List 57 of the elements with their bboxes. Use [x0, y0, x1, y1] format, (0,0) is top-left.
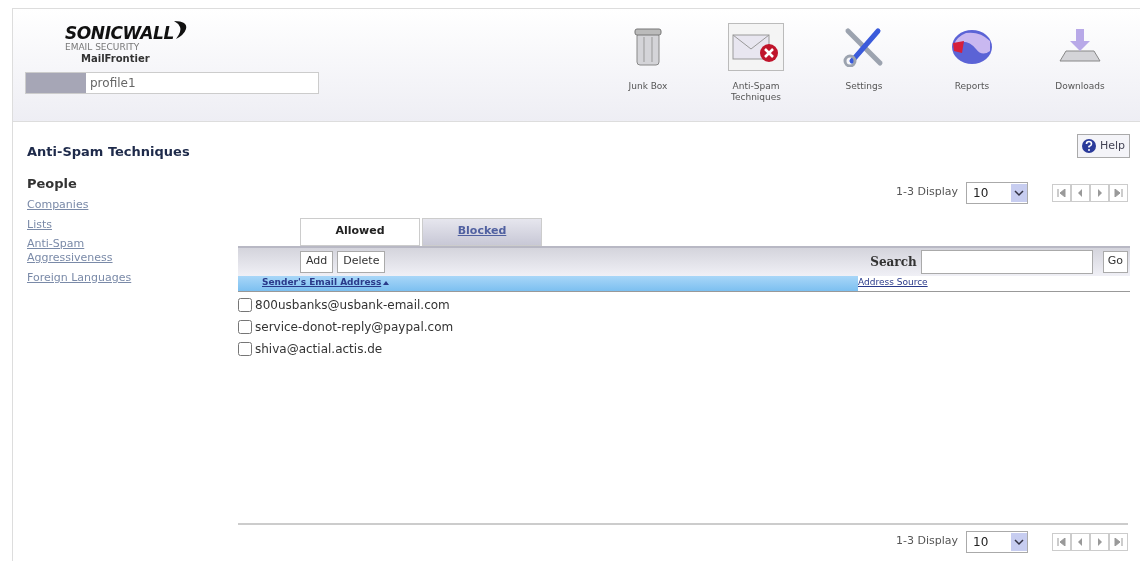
dropdown-caret-icon — [1011, 532, 1027, 551]
next-page-button[interactable] — [1090, 532, 1109, 551]
profile-field[interactable]: profile1 — [25, 71, 319, 94]
logo-subtitle: EMAIL SECURITY — [65, 42, 140, 54]
column-header[interactable]: Sender's Email Address — [262, 276, 382, 290]
globe-icon — [950, 27, 994, 67]
next-icon — [1095, 188, 1104, 197]
nav-item[interactable]: Reports — [918, 23, 1026, 93]
sidebar-link[interactable]: Lists — [27, 217, 147, 232]
last-page-button[interactable] — [1109, 183, 1128, 202]
prev-icon — [1076, 188, 1085, 197]
row-checkbox[interactable] — [238, 297, 252, 312]
last-icon — [1114, 537, 1123, 546]
next-page-button[interactable] — [1090, 183, 1109, 202]
toolbar-button[interactable]: Add — [300, 250, 334, 273]
last-page-button[interactable] — [1109, 532, 1128, 551]
result-range: 1-3 Display — [896, 184, 958, 201]
tab[interactable]: Blocked — [422, 217, 542, 246]
first-icon — [1057, 537, 1066, 546]
nav-item[interactable]: Downloads — [1026, 23, 1134, 93]
nav-item[interactable]: Junk Box — [594, 23, 702, 93]
toolbar-button[interactable]: Delete — [337, 250, 386, 273]
first-icon — [1057, 188, 1066, 197]
sidebar-link[interactable]: Foreign Languages — [27, 270, 147, 285]
per-page-select[interactable]: 10 — [966, 181, 1028, 204]
prev-page-button[interactable] — [1071, 532, 1090, 551]
per-page-select[interactable]: 10 — [966, 530, 1028, 553]
sort-arrow-icon — [383, 281, 390, 285]
first-page-button[interactable] — [1052, 183, 1071, 202]
email-cell-text: service-donot-reply@paypal.com — [255, 318, 454, 336]
go-button[interactable]: Go — [1102, 250, 1128, 273]
nav-item[interactable]: Anti-Spam Techniques — [702, 23, 810, 104]
trash-can-icon — [634, 27, 662, 67]
page-title: Anti-Spam Techniques — [27, 143, 190, 161]
nav-item[interactable]: Settings — [810, 23, 918, 93]
dropdown-caret-icon — [1011, 183, 1027, 202]
logo-product: MailFrontier — [81, 53, 150, 66]
prev-icon — [1076, 537, 1085, 546]
row-checkbox[interactable] — [238, 341, 252, 356]
row-checkbox[interactable] — [238, 319, 252, 334]
tab[interactable]: Allowed — [300, 217, 420, 246]
email-cell-text: 800usbanks@usbank-email.com — [255, 296, 450, 314]
sidebar-link[interactable]: Companies — [27, 197, 147, 212]
logo-swoosh-icon — [173, 19, 188, 41]
search-label: Search — [870, 253, 917, 271]
search-field[interactable] — [920, 249, 1093, 274]
last-icon — [1114, 188, 1123, 197]
next-icon — [1095, 537, 1104, 546]
prev-page-button[interactable] — [1071, 183, 1090, 202]
logo-brand: SONICWALL — [65, 25, 174, 42]
help-icon — [1081, 139, 1096, 153]
first-page-button[interactable] — [1052, 532, 1071, 551]
sidebar-link[interactable]: People — [27, 175, 147, 192]
help-button[interactable]: Help — [1076, 134, 1130, 158]
result-range: 1-3 Display — [896, 533, 958, 550]
sidebar-link[interactable]: Anti-Spam Aggressiveness — [27, 237, 147, 265]
email-cell-text: shiva@actial.actis.de — [255, 340, 383, 358]
